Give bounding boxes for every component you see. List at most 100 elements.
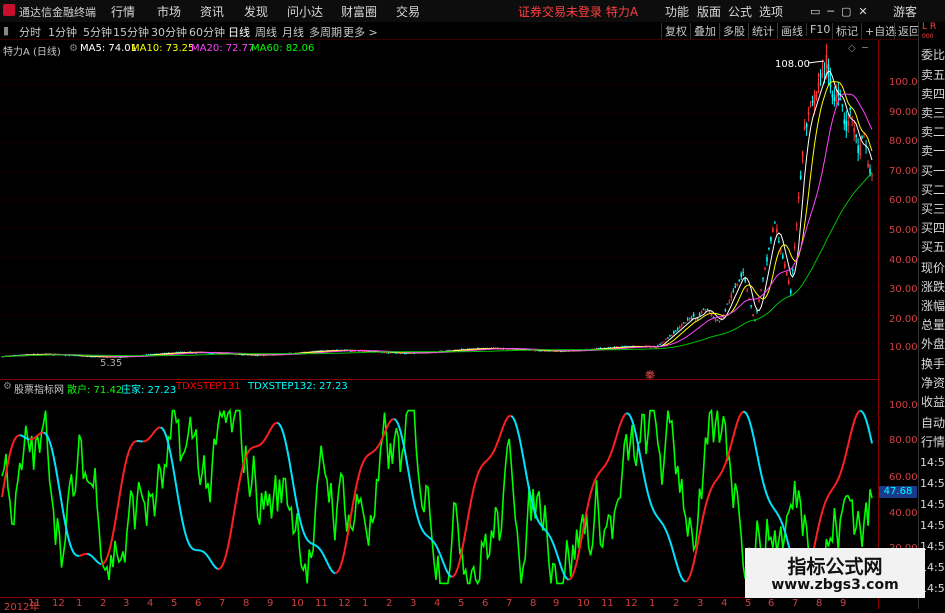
sidebar-item-6[interactable]: 买一 bbox=[921, 162, 945, 179]
sidebar-item-14[interactable]: 总量 bbox=[921, 316, 945, 333]
tool-overlay[interactable]: 叠加 bbox=[690, 23, 716, 39]
dealer-seg-245 bbox=[486, 460, 488, 462]
dealer-seg-92 bbox=[182, 521, 184, 530]
sidebar-item-1[interactable]: 卖五 bbox=[921, 66, 945, 83]
dealer-seg-349 bbox=[692, 563, 694, 571]
sidebar-item-5[interactable]: 卖一 bbox=[921, 142, 945, 159]
period-more[interactable]: 更多 > bbox=[343, 24, 378, 40]
candle-body-373 bbox=[740, 273, 742, 276]
menu-function[interactable]: 功能 bbox=[665, 3, 689, 20]
tool-f10[interactable]: F10 bbox=[806, 23, 830, 36]
dealer-seg-171 bbox=[339, 565, 341, 570]
dealer-seg-379 bbox=[751, 427, 753, 435]
dealer-seg-261 bbox=[517, 429, 519, 437]
quote-sidebar: L R000 委比卖五卖四卖三卖二卖一买一买二买三买四买五现价涨跌涨幅总量外盘换… bbox=[918, 22, 945, 609]
menu-trade[interactable]: 交易 bbox=[396, 3, 420, 20]
sidebar-item-9[interactable]: 买四 bbox=[921, 219, 945, 236]
sidebar-item-19[interactable]: 自动 bbox=[921, 414, 945, 431]
dealer-seg-166 bbox=[329, 566, 331, 570]
dealer-seg-315 bbox=[624, 413, 626, 415]
period-weekly[interactable]: 周线 bbox=[255, 24, 277, 40]
dealer-seg-11 bbox=[22, 436, 24, 437]
sidebar-item-4[interactable]: 卖二 bbox=[921, 123, 945, 140]
sidebar-item-3[interactable]: 卖三 bbox=[921, 104, 945, 121]
dealer-seg-259 bbox=[513, 418, 515, 422]
sidebar-item-2[interactable]: 卖四 bbox=[921, 85, 945, 102]
sidebar-time-3: 14:55 bbox=[920, 519, 945, 532]
sidebar-item-13[interactable]: 涨幅 bbox=[921, 297, 945, 314]
dealer-seg-366 bbox=[725, 458, 727, 464]
sidebar-item-20[interactable]: 行情 bbox=[921, 433, 945, 450]
date-label-31: 5 bbox=[745, 598, 751, 609]
tool-add-watchlist[interactable]: +自选 bbox=[861, 23, 896, 39]
tool-back[interactable]: 返回 bbox=[894, 23, 920, 39]
candle-body-409 bbox=[812, 101, 814, 103]
dealer-seg-145 bbox=[287, 450, 289, 461]
sidebar-item-12[interactable]: 涨跌 bbox=[921, 278, 945, 295]
sidebar-item-18[interactable]: 收益 bbox=[921, 393, 945, 410]
menu-ask[interactable]: 问小达 bbox=[287, 3, 323, 20]
menu-formula[interactable]: 公式 bbox=[728, 3, 752, 20]
period-5min[interactable]: 5分钟 bbox=[83, 24, 112, 40]
sidebar-item-16[interactable]: 换手 bbox=[921, 355, 945, 372]
y-tick-30: 30.00 bbox=[889, 284, 918, 295]
menu-quotes[interactable]: 行情 bbox=[111, 3, 135, 20]
dealer-seg-280 bbox=[555, 548, 557, 554]
dealer-seg-32 bbox=[63, 514, 65, 525]
sidebar-item-10[interactable]: 买五 bbox=[921, 238, 945, 255]
tool-mark[interactable]: 标记 bbox=[832, 23, 858, 39]
login-notice[interactable]: 证券交易未登录 特力A bbox=[518, 3, 638, 20]
tool-draw[interactable]: 画线 bbox=[777, 23, 803, 39]
period-30min[interactable]: 30分钟 bbox=[151, 24, 187, 40]
dealer-seg-41 bbox=[81, 555, 83, 556]
period-60min[interactable]: 60分钟 bbox=[189, 24, 225, 40]
period-15min[interactable]: 15分钟 bbox=[113, 24, 149, 40]
ma10-line bbox=[2, 82, 872, 357]
date-label-2: 12 bbox=[52, 598, 65, 609]
dealer-seg-196 bbox=[388, 421, 390, 424]
sidebar-item-15[interactable]: 外盘 bbox=[921, 335, 945, 352]
window-controls-icon[interactable]: ▭ ─ ▢ ✕ bbox=[810, 5, 868, 18]
dealer-seg-88 bbox=[174, 475, 176, 487]
period-daily[interactable]: 日线 bbox=[228, 24, 250, 40]
sidebar-item-0[interactable]: 委比 bbox=[921, 46, 945, 63]
sidebar-item-8[interactable]: 买三 bbox=[921, 200, 945, 217]
dealer-seg-211 bbox=[418, 519, 420, 525]
tool-stats[interactable]: 统计 bbox=[748, 23, 774, 39]
toggle-icon[interactable]: ▮ bbox=[3, 24, 9, 37]
user-guest[interactable]: 游客 bbox=[893, 3, 917, 20]
tool-adjust[interactable]: 复权 bbox=[661, 23, 687, 39]
period-multi[interactable]: 多周期 bbox=[309, 24, 342, 40]
sidebar-item-17[interactable]: 净资 bbox=[921, 374, 945, 391]
date-label-7: 5 bbox=[171, 598, 177, 609]
indicator-settings-icon[interactable]: ⚙ bbox=[3, 381, 12, 392]
dealer-seg-258 bbox=[511, 416, 513, 418]
kline-chart[interactable]: 特力A (日线) ⚙ MA5: 74.01 MA10: 73.25 MA20: … bbox=[0, 40, 878, 378]
period-monthly[interactable]: 月线 bbox=[282, 24, 304, 40]
dealer-seg-1 bbox=[2, 485, 4, 497]
indicator-name[interactable]: 股票指标网 bbox=[14, 381, 64, 396]
candle-body-394 bbox=[782, 255, 784, 258]
menu-market[interactable]: 市场 bbox=[157, 3, 181, 20]
dealer-seg-213 bbox=[422, 530, 424, 533]
dealer-seg-159 bbox=[315, 545, 317, 546]
menu-wealth[interactable]: 财富圈 bbox=[341, 3, 377, 20]
menu-layout[interactable]: 版面 bbox=[697, 3, 721, 20]
dealer-seg-415 bbox=[822, 505, 824, 511]
sidebar-tab-icon[interactable]: L R000 bbox=[922, 23, 936, 41]
menu-news[interactable]: 资讯 bbox=[200, 3, 224, 20]
dealer-seg-391 bbox=[775, 510, 777, 513]
dealer-seg-336 bbox=[666, 530, 668, 535]
period-intraday[interactable]: 分时 bbox=[19, 24, 41, 40]
period-1min[interactable]: 1分钟 bbox=[48, 24, 77, 40]
menu-discover[interactable]: 发现 bbox=[244, 3, 268, 20]
dealer-seg-289 bbox=[573, 570, 575, 576]
date-label-5: 3 bbox=[123, 598, 129, 609]
dealer-seg-320 bbox=[634, 427, 636, 435]
current-value-badge: 47.68 bbox=[879, 486, 917, 498]
menu-options[interactable]: 选项 bbox=[759, 3, 783, 20]
dealer-seg-52 bbox=[103, 562, 105, 564]
sidebar-item-11[interactable]: 现价 bbox=[921, 259, 945, 276]
sidebar-item-7[interactable]: 买二 bbox=[921, 181, 945, 198]
tool-multi-stock[interactable]: 多股 bbox=[719, 23, 745, 39]
